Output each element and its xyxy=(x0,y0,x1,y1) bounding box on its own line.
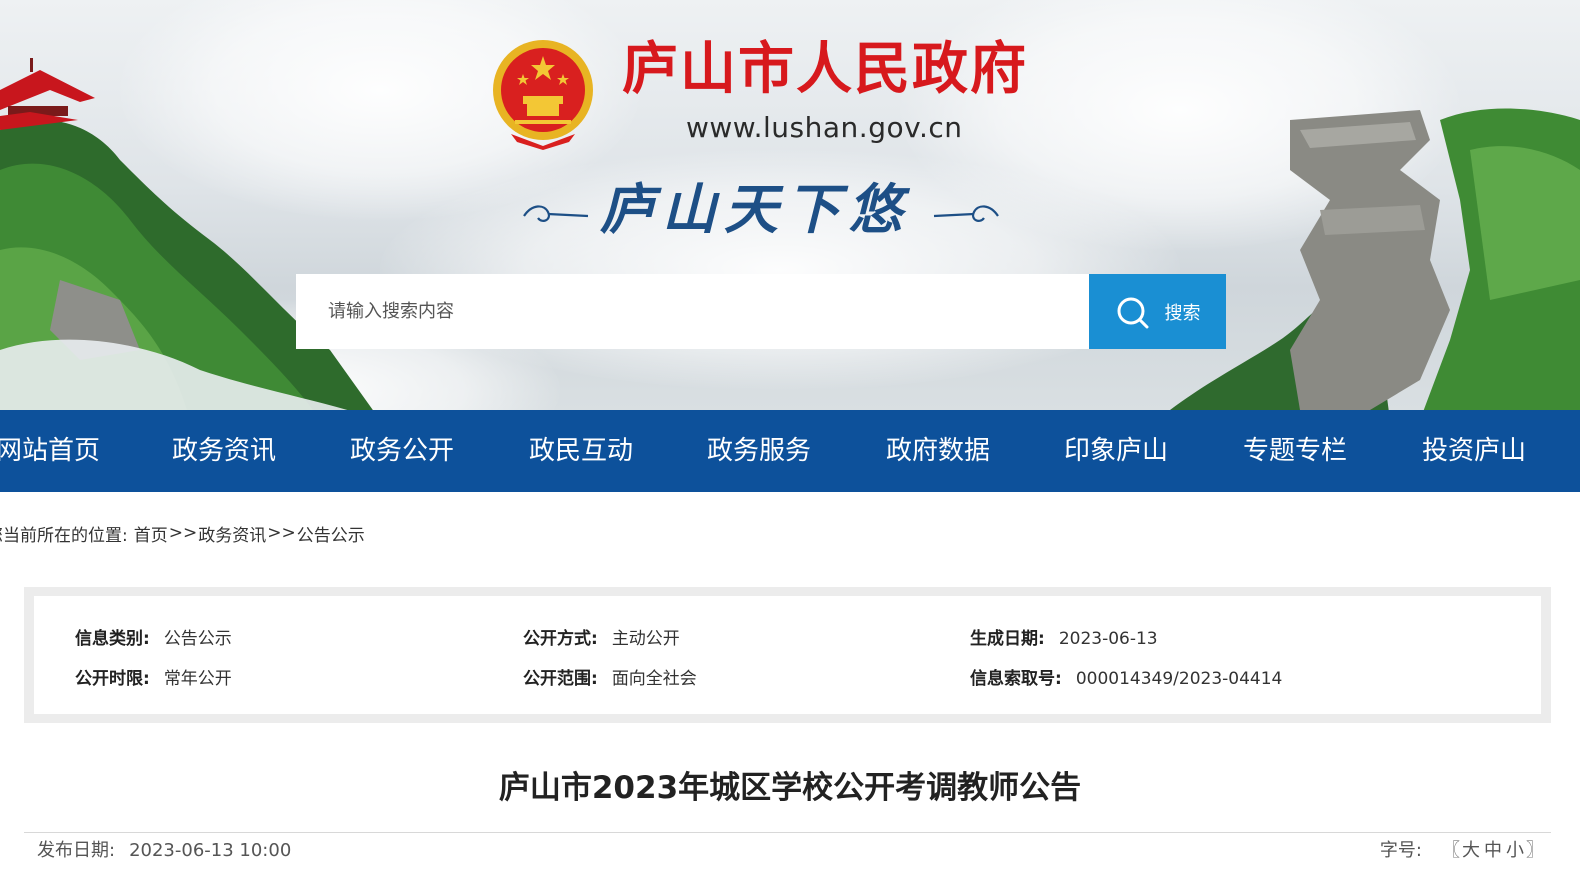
font-size-bracket-close: 〗 xyxy=(1526,840,1544,861)
info-created-label: 生成日期: xyxy=(970,629,1045,649)
slogan-calligraphy: 庐山天下悠 xyxy=(600,177,910,241)
nav-item-special-topics[interactable]: 专题专栏 xyxy=(1243,410,1347,492)
nav-item-investment[interactable]: 投资庐山 xyxy=(1422,410,1526,492)
nav-item-home[interactable]: 网站首页 xyxy=(0,410,100,492)
search-bar: 搜索 xyxy=(296,274,1226,349)
info-category-value: 公告公示 xyxy=(163,629,232,649)
publish-date: 发布日期: 2023-06-13 10:00 xyxy=(37,836,291,862)
info-period: 公开时限: 常年公开 xyxy=(75,664,232,689)
info-index-value: 000014349/2023-04414 xyxy=(1075,669,1283,689)
font-size-label: 字号: xyxy=(1379,840,1422,861)
breadcrumb-link-government-news[interactable]: 政务资讯 xyxy=(198,521,266,546)
info-created-value: 2023-06-13 xyxy=(1058,629,1158,649)
info-period-label: 公开时限: xyxy=(75,669,150,689)
publish-date-value: 2023-06-13 10:00 xyxy=(129,840,292,861)
site-url: www.lushan.gov.cn xyxy=(686,111,963,144)
breadcrumb-link-home[interactable]: 首页 xyxy=(134,521,168,546)
font-size-large-button[interactable]: 大 xyxy=(1462,840,1480,861)
font-size-bracket-open: 〖 xyxy=(1442,840,1460,861)
document-info-panel: 信息类别: 公告公示 公开方式: 主动公开 生成日期: 2023-06-13 公开时限… xyxy=(24,587,1551,723)
info-scope-label: 公开范围: xyxy=(523,669,598,689)
search-icon xyxy=(1117,297,1148,328)
breadcrumb-link-announcements[interactable]: 公告公示 xyxy=(297,521,365,546)
info-period-value: 常年公开 xyxy=(163,669,232,689)
search-button-label: 搜索 xyxy=(1164,302,1201,324)
header-banner: 庐山市人民政府 www.lushan.gov.cn 庐山天下悠 搜索 xyxy=(0,0,1580,410)
info-index-number: 信息索取号: 000014349/2023-04414 xyxy=(970,664,1282,689)
document-info-inner: 信息类别: 公告公示 公开方式: 主动公开 生成日期: 2023-06-13 公开时限… xyxy=(34,596,1541,714)
breadcrumb-separator: >> xyxy=(267,523,296,543)
pavilion-illustration xyxy=(0,58,95,130)
info-category: 信息类别: 公告公示 xyxy=(75,624,232,649)
right-mountain-illustration xyxy=(1170,108,1580,410)
info-scope: 公开范围: 面向全社会 xyxy=(523,664,697,689)
info-scope-value: 面向全社会 xyxy=(611,669,697,689)
font-size-small-button[interactable]: 小 xyxy=(1506,840,1524,861)
national-emblem-logo xyxy=(493,40,593,150)
info-category-label: 信息类别: xyxy=(75,629,150,649)
nav-item-government-disclosure[interactable]: 政务公开 xyxy=(350,410,454,492)
info-method-label: 公开方式: xyxy=(523,629,598,649)
slogan-swirl-right-decoration xyxy=(933,205,999,222)
font-size-control: 字号: 〖大中小〗 xyxy=(1380,836,1544,862)
site-title: 庐山市人民政府 xyxy=(622,37,1028,102)
breadcrumb-prefix: 您当前所在的位置: xyxy=(0,525,128,546)
nav-item-government-news[interactable]: 政务资讯 xyxy=(172,410,276,492)
publish-date-label: 发布日期: xyxy=(37,840,116,861)
info-method: 公开方式: 主动公开 xyxy=(523,624,680,649)
nav-item-government-services[interactable]: 政务服务 xyxy=(707,410,811,492)
main-nav: 网站首页 政务资讯 政务公开 政民互动 政务服务 政府数据 印象庐山 专题专栏 … xyxy=(0,410,1580,492)
breadcrumb-separator: >> xyxy=(168,523,198,543)
info-created: 生成日期: 2023-06-13 xyxy=(970,624,1158,649)
search-button[interactable]: 搜索 xyxy=(1089,274,1226,349)
search-input[interactable] xyxy=(296,274,1089,349)
nav-item-government-data[interactable]: 政府数据 xyxy=(886,410,990,492)
slogan-swirl-left-decoration xyxy=(523,205,589,222)
nav-item-interaction[interactable]: 政民互动 xyxy=(529,410,633,492)
breadcrumb: 您当前所在的位置: 首页 >> 政务资讯 >> 公告公示 xyxy=(0,520,365,546)
article-title: 庐山市2023年城区学校公开考调教师公告 xyxy=(498,770,1082,806)
info-method-value: 主动公开 xyxy=(611,629,680,649)
title-divider xyxy=(24,832,1551,833)
nav-item-impression[interactable]: 印象庐山 xyxy=(1064,410,1168,492)
info-index-label: 信息索取号: xyxy=(970,669,1062,689)
font-size-medium-button[interactable]: 中 xyxy=(1484,840,1502,861)
